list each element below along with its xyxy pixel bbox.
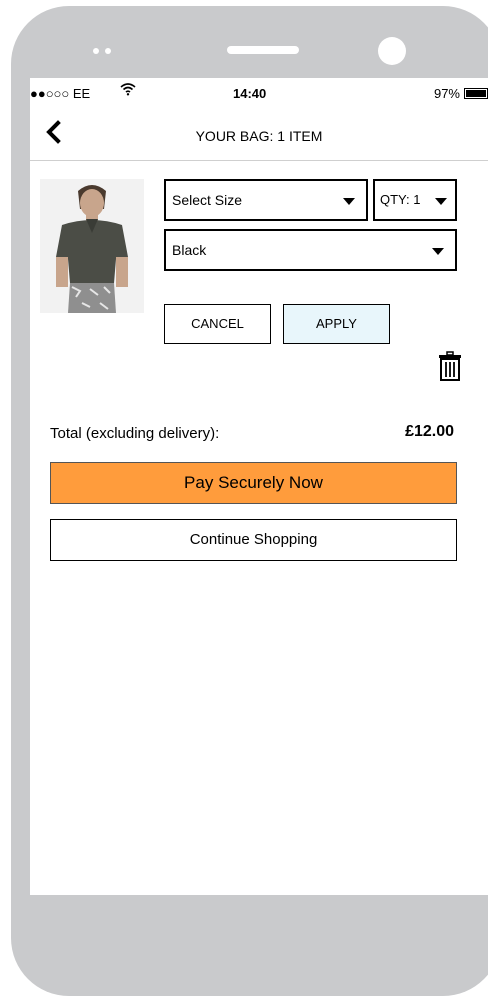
size-select-value: Select Size bbox=[172, 192, 243, 208]
trash-icon[interactable] bbox=[438, 351, 462, 381]
chevron-down-icon bbox=[435, 198, 447, 205]
pay-securely-button[interactable]: Pay Securely Now bbox=[50, 462, 457, 504]
carrier-signal: ●●○○○ EE bbox=[30, 86, 91, 101]
product-photo[interactable] bbox=[40, 179, 144, 313]
quantity-select-value: QTY: 1 bbox=[380, 192, 421, 207]
status-bar: ●●○○○ EE 14:40 97% bbox=[30, 78, 488, 108]
chevron-down-icon bbox=[343, 198, 355, 205]
size-select[interactable]: Select Size bbox=[164, 179, 368, 221]
quantity-select[interactable]: QTY: 1 bbox=[373, 179, 457, 221]
total-label: Total (excluding delivery): bbox=[50, 425, 220, 442]
status-time: 14:40 bbox=[233, 86, 267, 101]
chevron-down-icon bbox=[432, 248, 444, 255]
app-screen: ●●○○○ EE 14:40 97% YOUR BAG: 1 ITEM Sele… bbox=[30, 78, 488, 895]
speaker-grille bbox=[227, 46, 299, 54]
continue-shopping-button[interactable]: Continue Shopping bbox=[50, 519, 457, 561]
wifi-icon bbox=[120, 82, 136, 100]
apply-button[interactable]: APPLY bbox=[283, 304, 390, 344]
front-camera bbox=[378, 37, 406, 65]
battery-icon bbox=[464, 88, 488, 99]
total-value: £12.00 bbox=[405, 423, 454, 440]
cancel-button[interactable]: CANCEL bbox=[164, 304, 271, 344]
nav-bar: YOUR BAG: 1 ITEM bbox=[30, 108, 488, 161]
color-select[interactable]: Black bbox=[164, 229, 457, 271]
battery-status: 97% bbox=[434, 86, 488, 101]
color-select-value: Black bbox=[172, 242, 207, 258]
page-title: YOUR BAG: 1 ITEM bbox=[195, 128, 323, 144]
battery-percent: 97% bbox=[433, 86, 460, 101]
